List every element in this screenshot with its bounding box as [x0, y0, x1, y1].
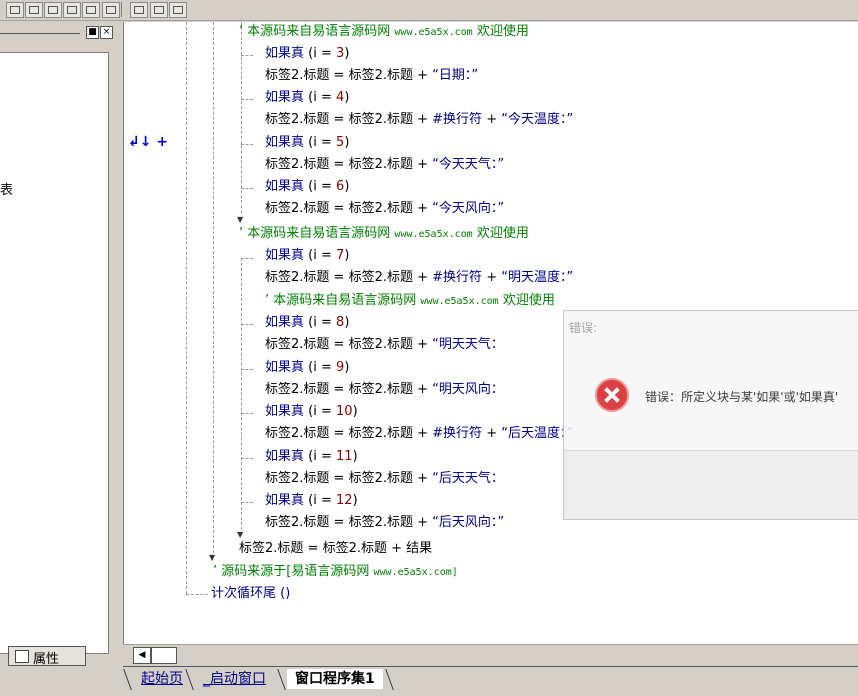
code-line-loop-end: 计次循环尾 (): [211, 586, 291, 601]
error-popup: 错误: 错误：所定义块与某'如果'或'如果真': [563, 310, 858, 520]
align-top-icon[interactable]: [25, 2, 43, 18]
error-footer: [564, 450, 858, 519]
properties-tab-label: 属性: [33, 652, 60, 667]
error-icon: [597, 380, 627, 410]
block-guide: [241, 22, 242, 213]
code-line-if: 如果真 (i = 12): [265, 493, 358, 508]
code-line-assign: 标签2.标题 = 标签2.标题 + “后天风向：”: [265, 515, 505, 530]
properties-tab[interactable]: 属性: [8, 646, 86, 667]
loop-guide: [186, 22, 187, 594]
v-spacing-icon[interactable]: [150, 2, 168, 18]
breakpoint-marker-icon: ↲↓ +: [128, 134, 169, 150]
code-line-if: 如果真 (i = 7): [265, 248, 350, 263]
flow-arrow-icon: ▼: [209, 553, 216, 562]
code-line-assign: 标签2.标题 = 标签2.标题 + 结果: [239, 541, 433, 556]
panel-titlebar: ■ ×: [0, 26, 118, 40]
code-line-assign: 标签2.标题 = 标签2.标题 + “今天风向：”: [265, 201, 505, 216]
tree-item[interactable]: 表: [0, 179, 13, 198]
left-panel: ■ × 表: [0, 22, 118, 666]
code-comment: ’ 源码来源于[易语言源码网 www.e5a5x.com]: [213, 564, 458, 579]
code-line-if: 如果真 (i = 5): [265, 135, 350, 150]
code-line-if: 如果真 (i = 6): [265, 179, 350, 194]
code-comment: ’ 本源码来自易语言源码网 www.e5a5x.com 欢迎使用: [239, 226, 529, 241]
horizontal-scrollbar[interactable]: ◀: [123, 644, 858, 665]
block-guide: [241, 258, 242, 535]
loop-guide: [186, 594, 208, 595]
h-spacing-icon[interactable]: [130, 2, 148, 18]
panel-close-button[interactable]: ×: [100, 26, 113, 39]
panel-minimize-button[interactable]: ■: [86, 26, 99, 39]
center-icon[interactable]: [169, 2, 187, 18]
tab-start-page[interactable]: 起始页: [133, 669, 191, 689]
same-width-icon[interactable]: [82, 2, 100, 18]
code-line-if: 如果真 (i = 10): [265, 404, 358, 419]
code-line-if: 如果真 (i = 8): [265, 315, 350, 330]
code-line-assign: 标签2.标题 = 标签2.标题 + “明天天气：: [265, 337, 504, 352]
code-line-assign: 标签2.标题 = 标签2.标题 + “今天天气：”: [265, 157, 505, 172]
project-tree[interactable]: 表: [0, 52, 109, 654]
code-line-if: 如果真 (i = 3): [265, 46, 350, 61]
code-line-assign: 标签2.标题 = 标签2.标题 + #换行符 + “明天温度：”: [265, 270, 574, 285]
flow-arrow-icon: ▼: [237, 530, 244, 539]
code-line-assign: 标签2.标题 = 标签2.标题 + “后天天气：: [265, 471, 504, 486]
block-guide: [213, 22, 214, 558]
flow-arrow-icon: ▼: [237, 215, 244, 224]
properties-icon: [15, 650, 29, 663]
code-comment: ’ 本源码来自易语言源码网 www.e5a5x.com 欢迎使用: [265, 293, 555, 308]
tab-window-assembly[interactable]: 窗口程序集1: [287, 669, 383, 689]
code-gutter: ↲↓ +: [123, 22, 174, 646]
code-line-assign: 标签2.标题 = 标签2.标题 + #换行符 + “今天温度：”: [265, 112, 574, 127]
error-message: 错误：所定义块与某'如果'或'如果真': [645, 390, 839, 404]
code-line-assign: 标签2.标题 = 标签2.标题 + #换行符 + “后天温度：”: [265, 426, 574, 441]
scroll-thumb[interactable]: [151, 647, 177, 664]
same-height-icon[interactable]: [102, 2, 120, 18]
scroll-left-icon[interactable]: ◀: [133, 647, 151, 664]
align-left-icon[interactable]: [6, 2, 24, 18]
document-tabs: 起始页 _启动窗口 窗口程序集1: [123, 666, 858, 696]
code-line-if: 如果真 (i = 9): [265, 360, 350, 375]
code-comment: ’ 本源码来自易语言源码网 www.e5a5x.com 欢迎使用: [239, 24, 529, 39]
error-title: 错误:: [569, 321, 598, 335]
code-line-if: 如果真 (i = 4): [265, 90, 350, 105]
align-bottom-icon[interactable]: [44, 2, 62, 18]
alignment-toolbar: [0, 0, 858, 21]
code-line-if: 如果真 (i = 11): [265, 449, 358, 464]
code-line-assign: 标签2.标题 = 标签2.标题 + “日期：”: [265, 68, 479, 83]
align-right-icon[interactable]: [63, 2, 81, 18]
tab-startup-window[interactable]: _启动窗口: [195, 669, 274, 689]
code-line-assign: 标签2.标题 = 标签2.标题 + “明天风向：: [265, 382, 504, 397]
